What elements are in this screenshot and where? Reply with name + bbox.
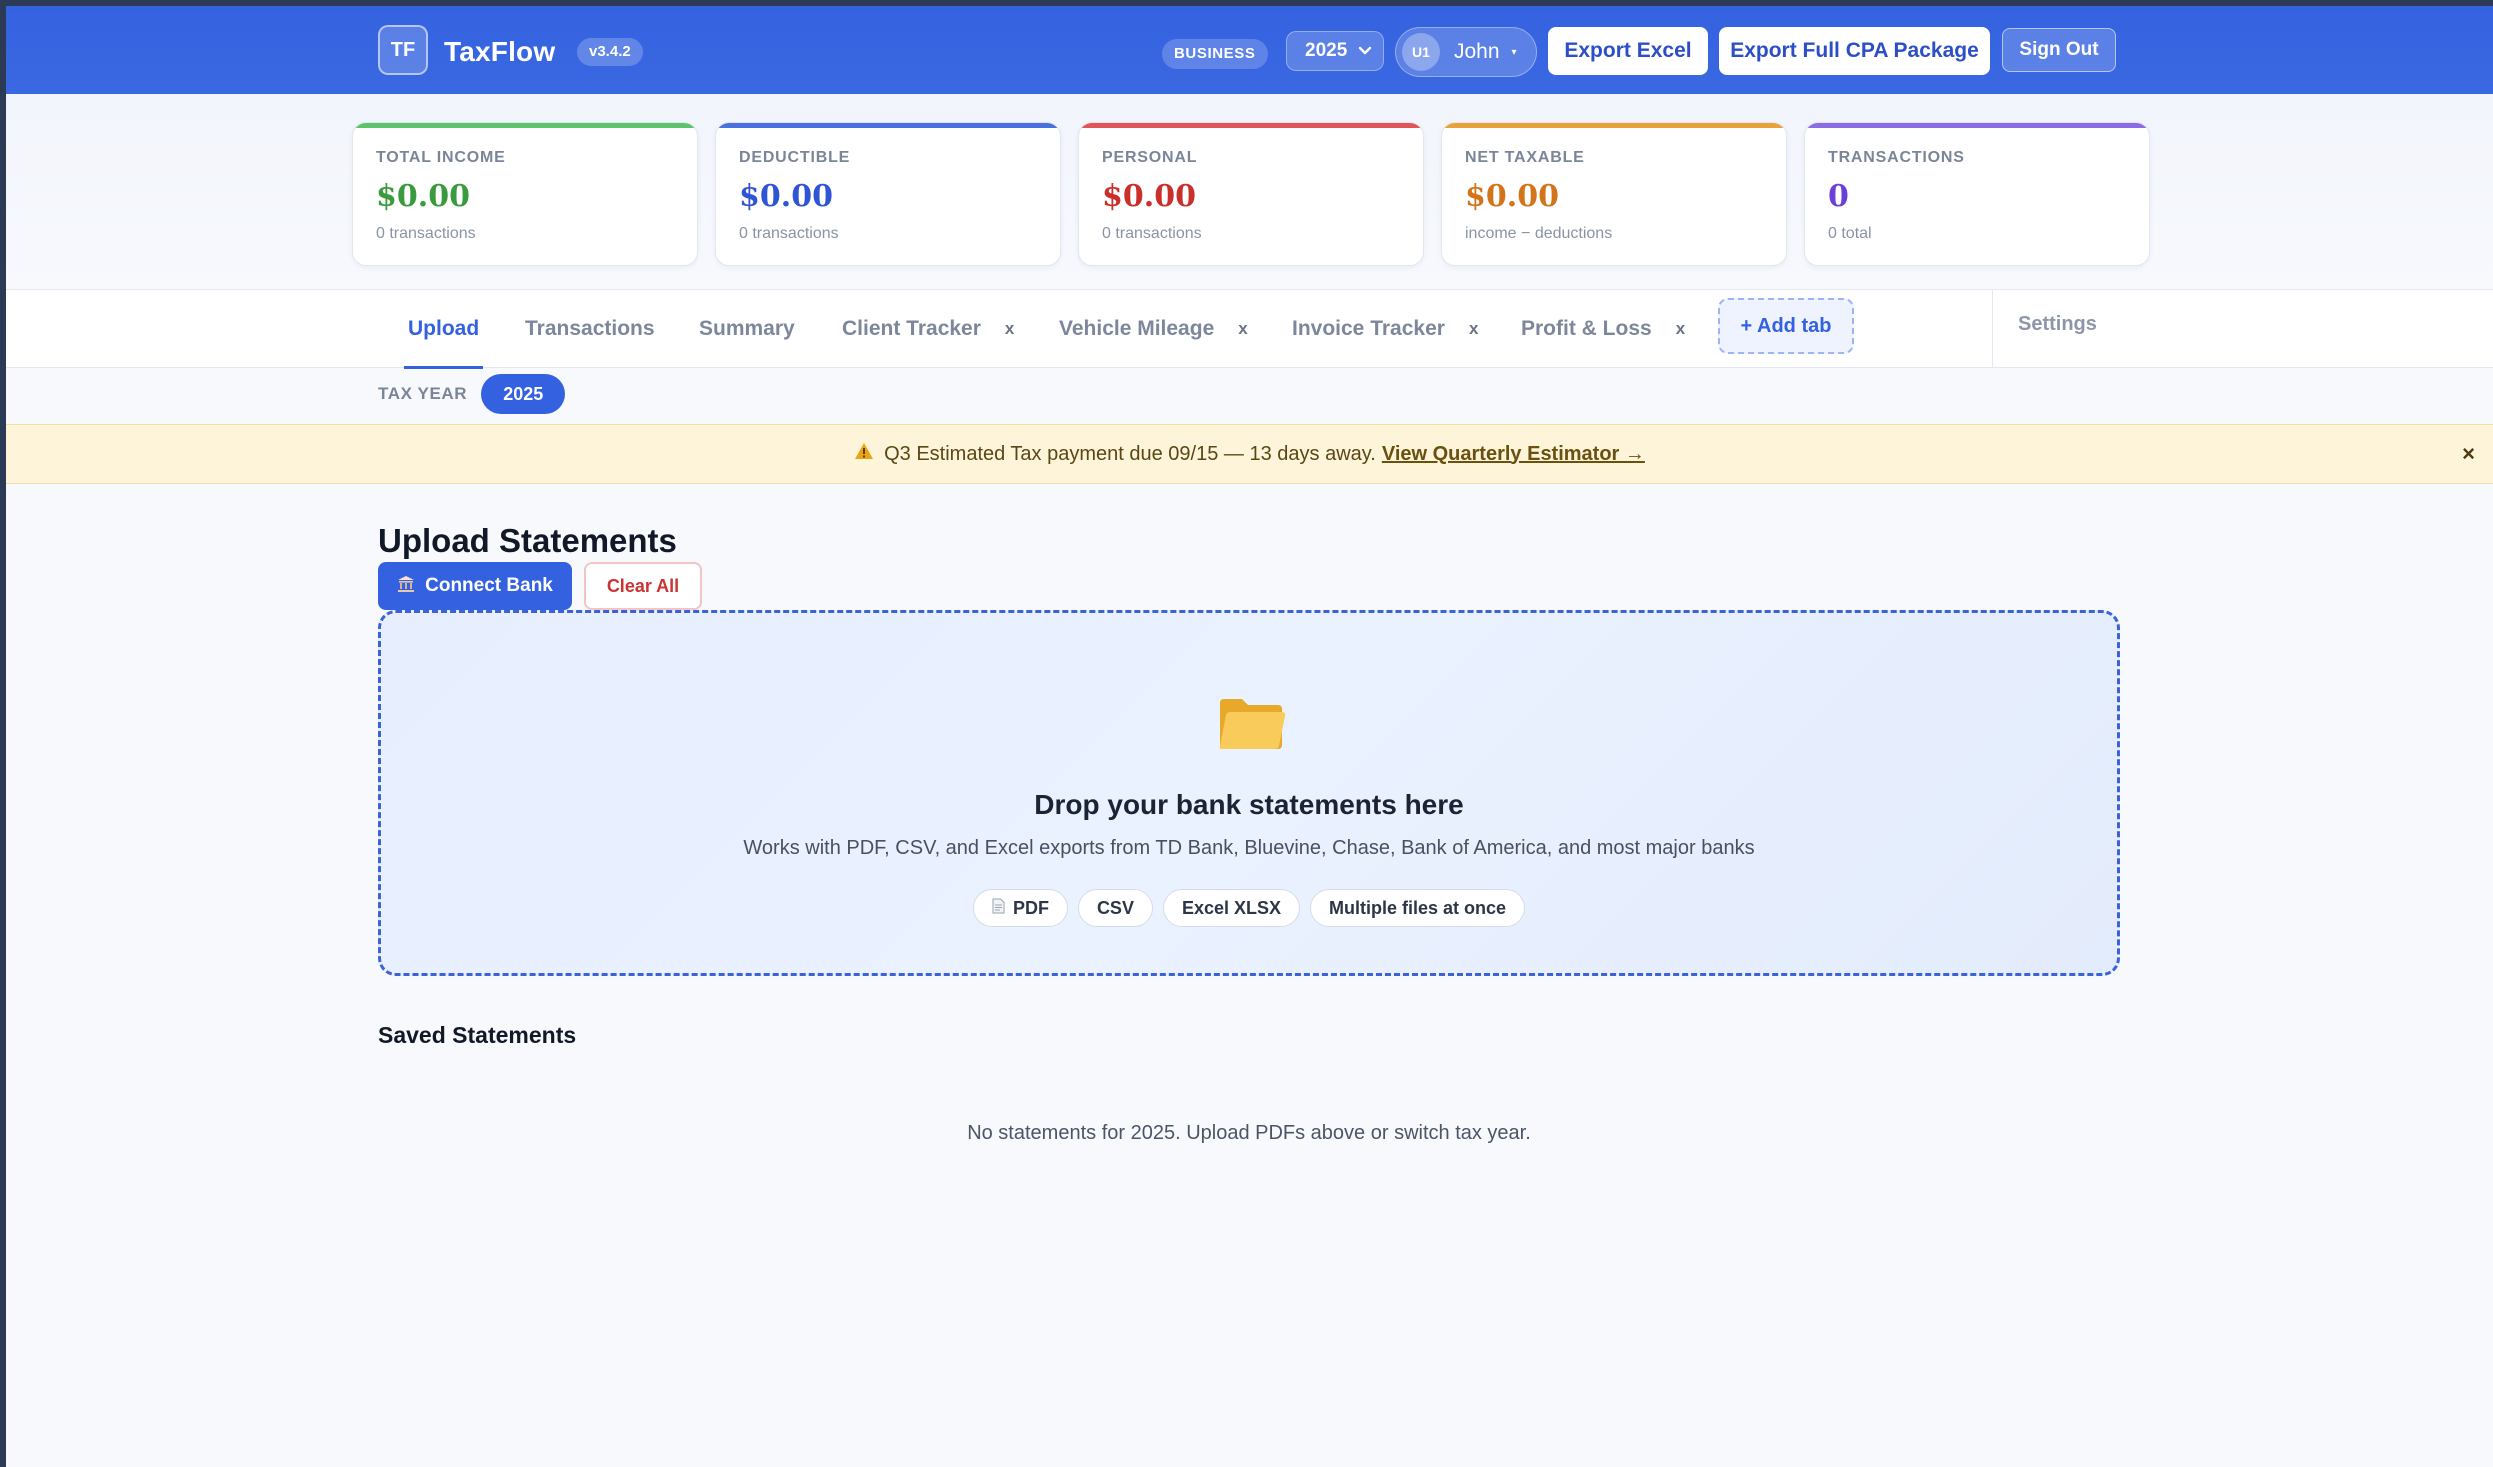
user-menu[interactable]: U1 John ▾ bbox=[1395, 27, 1537, 77]
dropzone-title: Drop your bank statements here bbox=[1034, 789, 1464, 820]
add-tab-button[interactable]: + Add tab bbox=[1718, 298, 1854, 354]
empty-state-message: No statements for 2025. Upload PDFs abov… bbox=[967, 1122, 1531, 1144]
tab-upload[interactable]: Upload bbox=[404, 290, 484, 369]
stat-label: DEDUCTIBLE bbox=[739, 149, 851, 166]
file-type-chips: PDF CSV Excel XLSX Multiple files at onc… bbox=[381, 889, 2117, 927]
stat-card-transactions: TRANSACTIONS 0 0 total bbox=[1804, 122, 2150, 266]
card-accent-bar bbox=[1805, 123, 2149, 128]
stat-card-total-income: TOTAL INCOME $0.00 0 transactions bbox=[352, 122, 698, 266]
tab-label: Transactions bbox=[525, 317, 655, 340]
stat-label: NET TAXABLE bbox=[1465, 149, 1585, 166]
stat-sub: 0 total bbox=[1828, 225, 1872, 242]
top-navbar: TF TaxFlow v3.4.2 BUSINESS 2025 U1 John … bbox=[6, 6, 2493, 94]
tab-label: Invoice Tracker bbox=[1292, 317, 1445, 340]
close-icon[interactable]: × bbox=[2462, 441, 2475, 467]
tab-label: Summary bbox=[699, 317, 795, 340]
stat-sub: income − deductions bbox=[1465, 225, 1613, 242]
tax-year-label: TAX YEAR bbox=[378, 384, 468, 403]
warning-icon bbox=[854, 442, 874, 466]
saved-statements-title: Saved Statements bbox=[378, 1022, 577, 1048]
stat-card-net-taxable: NET TAXABLE $0.00 income − deductions bbox=[1441, 122, 1787, 266]
stat-value: $0.00 bbox=[739, 179, 833, 214]
tab-profit-loss[interactable]: Profit & Loss x bbox=[1521, 290, 1685, 368]
quarterly-estimator-link[interactable]: View Quarterly Estimator → bbox=[1382, 443, 1645, 466]
tax-deadline-notice: Q3 Estimated Tax payment due 09/15 — 13 … bbox=[6, 424, 2493, 484]
tab-client-tracker[interactable]: Client Tracker x bbox=[842, 290, 1014, 368]
stat-value: 0 bbox=[1828, 179, 1849, 214]
stat-label: PERSONAL bbox=[1102, 149, 1198, 166]
tab-label: Profit & Loss bbox=[1521, 317, 1652, 340]
year-select-value: 2025 bbox=[1305, 40, 1348, 61]
stat-sub: 0 transactions bbox=[376, 225, 476, 242]
tab-label: Settings bbox=[2018, 312, 2097, 335]
close-tab-icon[interactable]: x bbox=[1005, 319, 1014, 339]
avatar: U1 bbox=[1402, 33, 1440, 71]
page-title: Upload Statements bbox=[378, 522, 677, 559]
chip-label: PDF bbox=[1012, 897, 1049, 918]
chevron-down-icon bbox=[1357, 41, 1373, 66]
tab-invoice-tracker[interactable]: Invoice Tracker x bbox=[1292, 290, 1478, 368]
tab-transactions[interactable]: Transactions bbox=[525, 290, 655, 368]
stat-value: $0.00 bbox=[1102, 179, 1196, 214]
app-logo[interactable]: TF bbox=[378, 25, 428, 75]
stat-value: $0.00 bbox=[376, 179, 470, 214]
file-dropzone[interactable]: Drop your bank statements here Works wit… bbox=[378, 610, 2120, 976]
user-name: John bbox=[1454, 40, 1500, 63]
chip-multiple-files: Multiple files at once bbox=[1310, 889, 1526, 927]
card-accent-bar bbox=[1442, 123, 1786, 128]
clear-all-button[interactable]: Clear All bbox=[584, 562, 702, 610]
close-tab-icon[interactable]: x bbox=[1469, 319, 1478, 339]
version-badge: v3.4.2 bbox=[577, 38, 643, 66]
year-select[interactable]: 2025 bbox=[1286, 31, 1384, 71]
tab-label: Vehicle Mileage bbox=[1059, 317, 1215, 340]
notice-text: Q3 Estimated Tax payment due 09/15 — 13 … bbox=[884, 442, 1376, 465]
sign-out-button[interactable]: Sign Out bbox=[2002, 28, 2116, 72]
card-accent-bar bbox=[1079, 123, 1423, 128]
card-accent-bar bbox=[716, 123, 1060, 128]
stat-card-deductible: DEDUCTIBLE $0.00 0 transactions bbox=[715, 122, 1061, 266]
connect-bank-label: Connect Bank bbox=[425, 575, 553, 596]
caret-down-icon: ▾ bbox=[1511, 46, 1517, 58]
chip-pdf: PDF bbox=[972, 889, 1068, 927]
app-window: TF TaxFlow v3.4.2 BUSINESS 2025 U1 John … bbox=[6, 6, 2493, 1467]
export-cpa-package-button[interactable]: Export Full CPA Package bbox=[1719, 27, 1990, 75]
chip-csv: CSV bbox=[1077, 889, 1153, 927]
chip-excel: Excel XLSX bbox=[1162, 889, 1301, 927]
stat-label: TRANSACTIONS bbox=[1828, 149, 1965, 166]
export-excel-button[interactable]: Export Excel bbox=[1548, 27, 1708, 75]
bank-icon bbox=[397, 575, 415, 598]
tax-year-row: TAX YEAR 2025 bbox=[378, 374, 566, 414]
tab-vehicle-mileage[interactable]: Vehicle Mileage x bbox=[1059, 290, 1248, 368]
close-tab-icon[interactable]: x bbox=[1238, 319, 1247, 339]
stat-value: $0.00 bbox=[1465, 179, 1559, 214]
dropzone-subtitle: Works with PDF, CSV, and Excel exports f… bbox=[743, 837, 1755, 859]
tab-label: Client Tracker bbox=[842, 317, 981, 340]
stat-sub: 0 transactions bbox=[739, 225, 839, 242]
tax-year-chip[interactable]: 2025 bbox=[481, 374, 566, 414]
plan-badge: BUSINESS bbox=[1162, 39, 1268, 69]
tab-settings[interactable]: Settings bbox=[2018, 290, 2097, 358]
tab-summary[interactable]: Summary bbox=[699, 290, 795, 368]
stat-label: TOTAL INCOME bbox=[376, 149, 506, 166]
card-accent-bar bbox=[353, 123, 697, 128]
document-icon bbox=[992, 898, 1005, 918]
stat-sub: 0 transactions bbox=[1102, 225, 1202, 242]
connect-bank-button[interactable]: Connect Bank bbox=[378, 562, 572, 610]
tab-label: Upload bbox=[408, 317, 480, 340]
stat-card-personal: PERSONAL $0.00 0 transactions bbox=[1078, 122, 1424, 266]
tab-bar: Upload Transactions Summary Client Track… bbox=[6, 290, 2493, 369]
folder-icon bbox=[1216, 693, 1286, 753]
app-name: TaxFlow bbox=[444, 36, 556, 67]
divider bbox=[1992, 290, 1993, 368]
close-tab-icon[interactable]: x bbox=[1676, 319, 1685, 339]
